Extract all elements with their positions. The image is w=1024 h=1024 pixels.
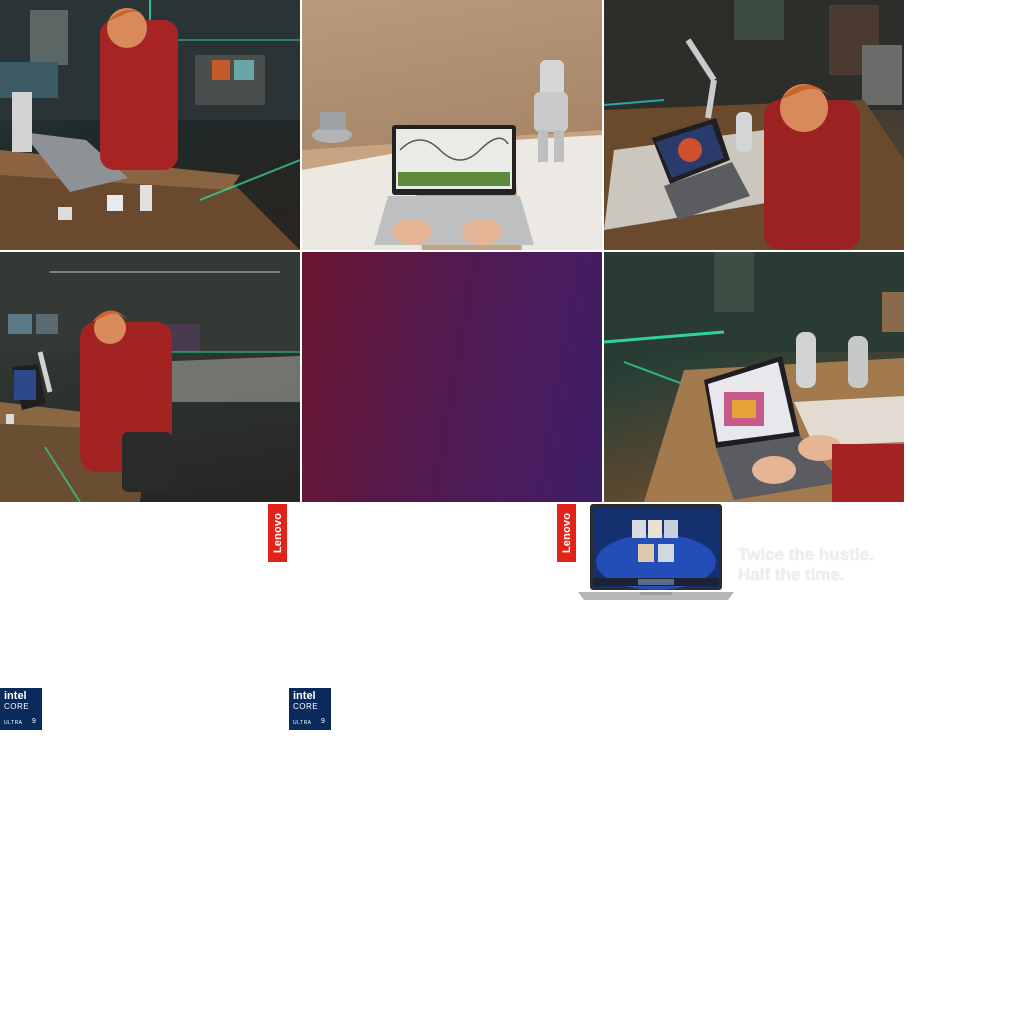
intel-badge-tier: 9 bbox=[32, 718, 36, 725]
intel-badge-ultra-2: ULTRA bbox=[293, 720, 312, 726]
desk-scene-graphic bbox=[302, 60, 602, 250]
intel-badge-core-2: CORE bbox=[293, 702, 319, 711]
promo-headline: Twice the hustle. Half the time. bbox=[738, 545, 938, 585]
photo-lab-standing bbox=[0, 0, 300, 250]
photo-desk-sketch bbox=[302, 0, 602, 250]
closeup-scene-graphic bbox=[604, 252, 904, 502]
intel-badge-core: CORE bbox=[4, 702, 30, 711]
photo-workshop-seated bbox=[604, 0, 904, 250]
photo-lab-wide bbox=[0, 252, 300, 502]
intel-badge-brand-2: intel bbox=[293, 690, 316, 702]
photo-laptop-closeup bbox=[604, 252, 904, 502]
laptop-product-image bbox=[578, 504, 734, 600]
intel-core-ultra-badge: intel CORE ULTRA 9 bbox=[0, 688, 42, 730]
intel-core-ultra-badge-2: intel CORE ULTRA 9 bbox=[289, 688, 331, 730]
lenovo-logo: Lenovo bbox=[268, 504, 287, 562]
lenovo-logo-text: Lenovo bbox=[271, 512, 284, 554]
intel-badge-brand: intel bbox=[4, 690, 27, 702]
lab-wide-scene-graphic bbox=[0, 252, 300, 502]
intel-badge-ultra: ULTRA bbox=[4, 720, 23, 726]
lab-scene-graphic bbox=[0, 0, 300, 250]
promo-headline-line1: Twice the hustle. bbox=[738, 545, 874, 564]
intel-badge-tier-2: 9 bbox=[321, 718, 325, 725]
lenovo-logo-text-2: Lenovo bbox=[560, 512, 573, 554]
lenovo-logo-2: Lenovo bbox=[557, 504, 576, 562]
photo-gradient-panel bbox=[302, 252, 602, 502]
workshop-scene-graphic bbox=[604, 0, 904, 250]
promo-headline-line2: Half the time. bbox=[738, 565, 845, 584]
